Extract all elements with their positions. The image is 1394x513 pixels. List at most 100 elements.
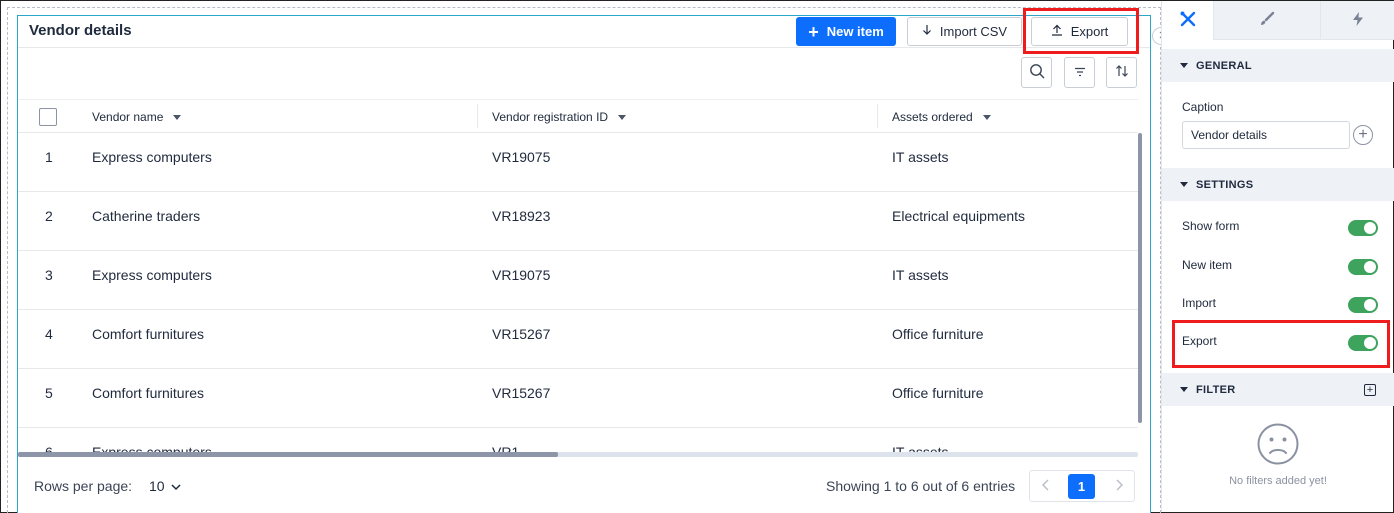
select-all-checkbox[interactable] <box>39 108 57 126</box>
rows-per-page-select[interactable]: 10 <box>149 478 181 494</box>
search-icon <box>1029 63 1045 82</box>
table-title: Vendor details <box>29 22 132 39</box>
tab-events[interactable] <box>1321 1 1394 40</box>
chevron-right-icon <box>1116 478 1123 496</box>
pagination: 1 <box>1029 470 1135 502</box>
tools-icon <box>1179 10 1197 31</box>
import-setting-label: Import <box>1182 296 1217 310</box>
column-header-label: Vendor registration ID <box>492 110 609 124</box>
column-divider[interactable] <box>477 104 478 128</box>
table-widget[interactable]: Vendor details + New item Import CSV Exp… <box>17 15 1151 513</box>
column-header-assets-ordered[interactable]: Assets ordered <box>892 110 991 124</box>
column-header-label: Vendor name <box>92 110 164 124</box>
tab-properties[interactable] <box>1162 1 1214 40</box>
settings-section-title: SETTINGS <box>1196 178 1254 191</box>
chevron-left-icon <box>1041 478 1049 496</box>
table-row[interactable]: 1 Express computers VR19075 IT assets <box>18 133 1138 192</box>
registration-id-cell: VR19075 <box>492 149 551 165</box>
table-row[interactable]: 5 Comfort furnitures VR15267 Office furn… <box>18 369 1138 428</box>
highlight-export-toggle <box>1172 320 1390 368</box>
next-page-button[interactable] <box>1109 477 1129 497</box>
vertical-scrollbar[interactable] <box>1138 133 1142 453</box>
vendor-name-cell: Express computers <box>92 149 212 165</box>
filter-section-header[interactable]: FILTER <box>1162 373 1394 406</box>
new-item-setting-label: New item <box>1182 258 1233 272</box>
caption-value: Vendor details <box>1191 128 1268 142</box>
caption-input[interactable]: Vendor details <box>1182 121 1350 149</box>
brush-icon <box>1259 11 1275 30</box>
table-row[interactable]: 2 Catherine traders VR18923 Electrical e… <box>18 192 1138 251</box>
current-page-button[interactable]: 1 <box>1068 474 1095 499</box>
sort-icon <box>1115 64 1129 81</box>
filter-section-title: FILTER <box>1196 383 1236 396</box>
panel-tabs <box>1162 1 1394 40</box>
row-index: 2 <box>45 208 53 224</box>
general-section-header[interactable]: GENERAL <box>1162 49 1394 82</box>
row-index: 1 <box>45 149 53 165</box>
registration-id-cell: VR15267 <box>492 326 551 342</box>
arrow-down-icon <box>922 24 932 39</box>
caption-label: Caption <box>1182 100 1224 114</box>
search-button[interactable] <box>1021 57 1052 88</box>
table-row[interactable]: 4 Comfort furnitures VR15267 Office furn… <box>18 310 1138 369</box>
column-header-registration-id[interactable]: Vendor registration ID <box>492 110 627 124</box>
import-toggle[interactable] <box>1348 297 1378 313</box>
column-header-vendor-name[interactable]: Vendor name <box>92 110 182 124</box>
new-item-button[interactable]: + New item <box>796 17 896 46</box>
new-item-label: New item <box>826 24 884 39</box>
vendor-name-cell: Catherine traders <box>92 208 201 224</box>
assets-ordered-cell: IT assets <box>892 267 949 283</box>
assets-ordered-cell: Office furniture <box>892 385 984 401</box>
caret-down-icon <box>1180 63 1188 68</box>
table-row[interactable]: 3 Express computers VR19075 IT assets <box>18 251 1138 310</box>
import-csv-button[interactable]: Import CSV <box>907 17 1022 46</box>
caption-add-button[interactable]: + <box>1353 125 1373 145</box>
vendor-name-cell: Express computers <box>92 267 212 283</box>
caret-down-icon <box>618 114 627 120</box>
empty-filter-message: No filters added yet! <box>1229 475 1327 487</box>
caret-down-icon <box>1180 182 1188 187</box>
import-csv-label: Import CSV <box>939 24 1008 39</box>
table-row[interactable]: 6 Express computers VR1 IT assets <box>18 428 1138 453</box>
assets-ordered-cell: Office furniture <box>892 326 984 342</box>
general-section-title: GENERAL <box>1196 59 1252 72</box>
settings-section-header[interactable]: SETTINGS <box>1162 168 1394 201</box>
rows-per-page-value: 10 <box>149 478 165 494</box>
assets-ordered-cell: Electrical equipments <box>892 208 1026 224</box>
registration-id-cell: VR15267 <box>492 385 551 401</box>
properties-panel: GENERAL Caption Vendor details + SETTING… <box>1161 1 1394 512</box>
table-body: 1 Express computers VR19075 IT assets 2 … <box>18 133 1138 453</box>
vertical-scroll-thumb[interactable] <box>1138 133 1142 423</box>
horizontal-scrollbar[interactable] <box>18 452 1138 457</box>
vendor-name-cell: Comfort furnitures <box>92 326 205 342</box>
column-header-label: Assets ordered <box>892 110 973 124</box>
column-divider[interactable] <box>877 104 878 128</box>
add-filter-button[interactable]: + <box>1364 384 1376 396</box>
sort-button[interactable] <box>1106 57 1137 88</box>
plus-circle-icon: + <box>1358 126 1368 143</box>
previous-page-button[interactable] <box>1035 477 1055 497</box>
new-item-toggle[interactable] <box>1348 259 1378 275</box>
plus-square-icon: + <box>1366 383 1374 396</box>
tab-styles[interactable] <box>1214 1 1321 40</box>
row-index: 3 <box>45 267 53 283</box>
pagination-summary: Showing 1 to 6 out of 6 entries <box>826 478 1016 494</box>
highlight-export-button <box>1023 8 1139 54</box>
lightning-icon <box>1352 11 1364 30</box>
caret-down-icon <box>982 114 991 120</box>
table-footer: Rows per page: 10 Showing 1 to 6 out of … <box>18 462 1150 513</box>
filter-button[interactable] <box>1064 57 1095 88</box>
vendor-name-cell: Comfort furnitures <box>92 385 205 401</box>
sad-face-icon <box>1257 423 1299 468</box>
table-header-row: Vendor name Vendor registration ID Asset… <box>18 99 1138 133</box>
show-form-toggle[interactable] <box>1348 220 1378 236</box>
horizontal-scroll-thumb[interactable] <box>18 452 558 457</box>
assets-ordered-cell: IT assets <box>892 149 949 165</box>
row-index: 5 <box>45 385 53 401</box>
table-widget-header: Vendor details + New item Import CSV Exp… <box>18 16 1150 48</box>
registration-id-cell: VR18923 <box>492 208 551 224</box>
filter-icon <box>1074 65 1086 80</box>
caret-down-icon <box>173 114 182 120</box>
show-form-label: Show form <box>1182 219 1240 233</box>
caret-down-icon <box>1180 387 1188 392</box>
